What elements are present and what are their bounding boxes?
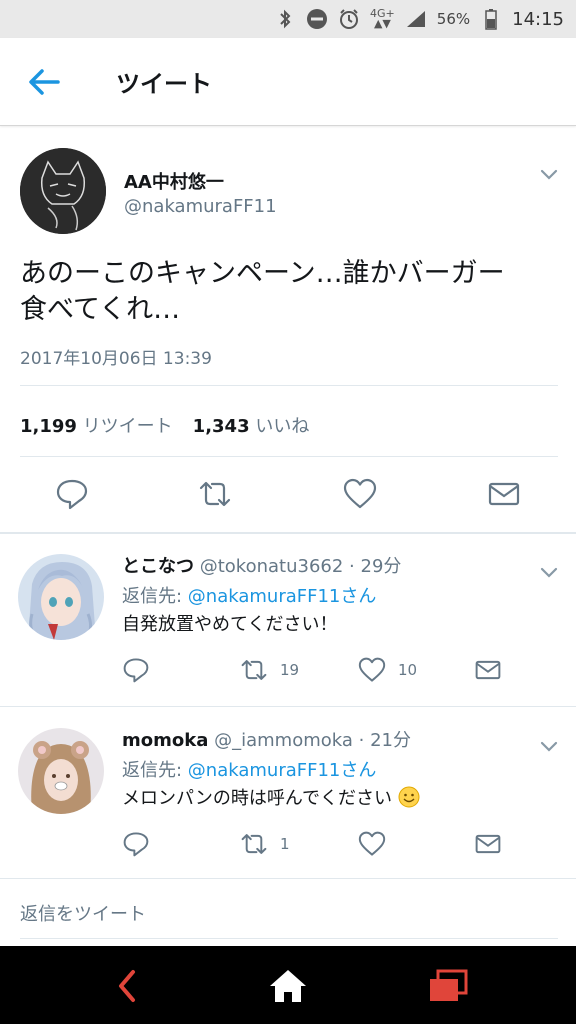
tweet-text-line: あのーこのキャンペーン…誰かバーガー [20,258,505,289]
reply-actions: 19 10 [122,656,562,688]
reply-to-link[interactable]: @nakamuraFF11さん [188,760,377,781]
reply-author-name[interactable]: とこなつ [122,556,194,577]
reply-to-link[interactable]: @nakamuraFF11さん [188,586,377,607]
tweet-date: 2017年10月06日 13:39 [20,349,212,369]
like-count: 10 [398,661,418,679]
mail-icon[interactable] [474,830,502,858]
alarm-icon [338,8,360,30]
avatar[interactable] [18,554,104,640]
tweet-actions [0,478,576,518]
divider [0,878,576,879]
nav-bar [0,946,576,1024]
divider [20,456,558,457]
recent-apps-nav-icon[interactable] [426,964,470,1008]
reply-to-line: 返信先: @nakamuraFF11さん [122,756,376,782]
reply-to-line: 返信先: @nakamuraFF11さん [122,582,376,608]
divider [0,706,576,707]
reply-input[interactable]: 返信をツイート [20,900,146,926]
retweet-icon [241,834,267,854]
reply-author-handle[interactable]: @tokonatu3662 [200,556,344,577]
reply-to-label: 返信先: [122,586,188,607]
reply-icon[interactable] [122,830,150,858]
author-handle[interactable]: @nakamuraFF11 [124,196,277,217]
tweet-stats: 1,199 リツイート 1,343 いいね [20,412,309,438]
retweet-stat[interactable]: 1,199 リツイート [20,412,173,438]
retweet-button[interactable]: 1 [240,830,290,858]
avatar[interactable] [18,728,104,814]
mail-icon[interactable] [487,478,521,510]
avatar[interactable] [20,148,106,234]
like-icon[interactable] [343,478,377,510]
retweet-button[interactable]: 19 [240,656,299,684]
reply-to-label: 返信先: [122,760,188,781]
reply-text: 自発放置やめてください！ [122,614,338,635]
tweet-text: あのーこのキャンペーン…誰かバーガー 食べてくれ… [20,256,560,328]
retweet-icon [241,660,267,680]
reply-author-name[interactable]: momoka [122,730,208,751]
reply-icon[interactable] [55,478,89,510]
status-bar: 4G+ ▲▼ 56% 14:15 [0,0,576,38]
divider [20,938,558,939]
home-nav-icon[interactable] [266,964,310,1008]
reply-actions: 1 [122,830,562,862]
divider [20,385,558,386]
like-icon [358,657,386,682]
network-icon: 4G+ ▲▼ [370,7,395,30]
chevron-down-icon[interactable] [540,166,558,180]
reply-author-handle[interactable]: @_iammomoka [214,730,353,751]
clock: 14:15 [512,8,564,30]
app-bar: ツイート [0,38,576,126]
reply-header: momoka @_iammomoka · 21分 [122,726,411,752]
battery-percent: 56% [436,10,471,28]
reply-header: とこなつ @tokonatu3662 · 29分 [122,552,401,578]
bluetooth-icon [274,8,296,30]
back-nav-icon[interactable] [106,964,150,1008]
retweet-count: 19 [280,661,300,679]
smile-emoji-icon [398,786,420,813]
reply-icon[interactable] [122,656,150,684]
tweet-text-line: 食べてくれ… [20,294,181,325]
arrow-left-icon[interactable] [28,68,62,96]
reply-time: · 21分 [358,730,411,751]
reply-text: メロンパンの時は呼んでください [122,784,420,813]
chevron-down-icon[interactable] [540,738,558,752]
retweet-icon[interactable] [198,478,232,510]
reply-text-content: メロンパンの時は呼んでください [122,788,392,809]
author-name[interactable]: AA中村悠一 [124,168,224,194]
battery-icon [480,8,502,30]
do-not-disturb-icon [306,8,328,30]
chevron-down-icon[interactable] [540,564,558,578]
like-button[interactable]: 10 [358,656,417,684]
reply-time: · 29分 [349,556,402,577]
signal-icon [405,8,427,30]
like-stat[interactable]: 1,343 いいね [193,412,310,438]
retweet-count: 1 [280,835,290,853]
mail-icon[interactable] [474,656,502,684]
divider [0,532,576,534]
like-icon[interactable] [358,830,386,858]
page-title: ツイート [116,70,212,98]
